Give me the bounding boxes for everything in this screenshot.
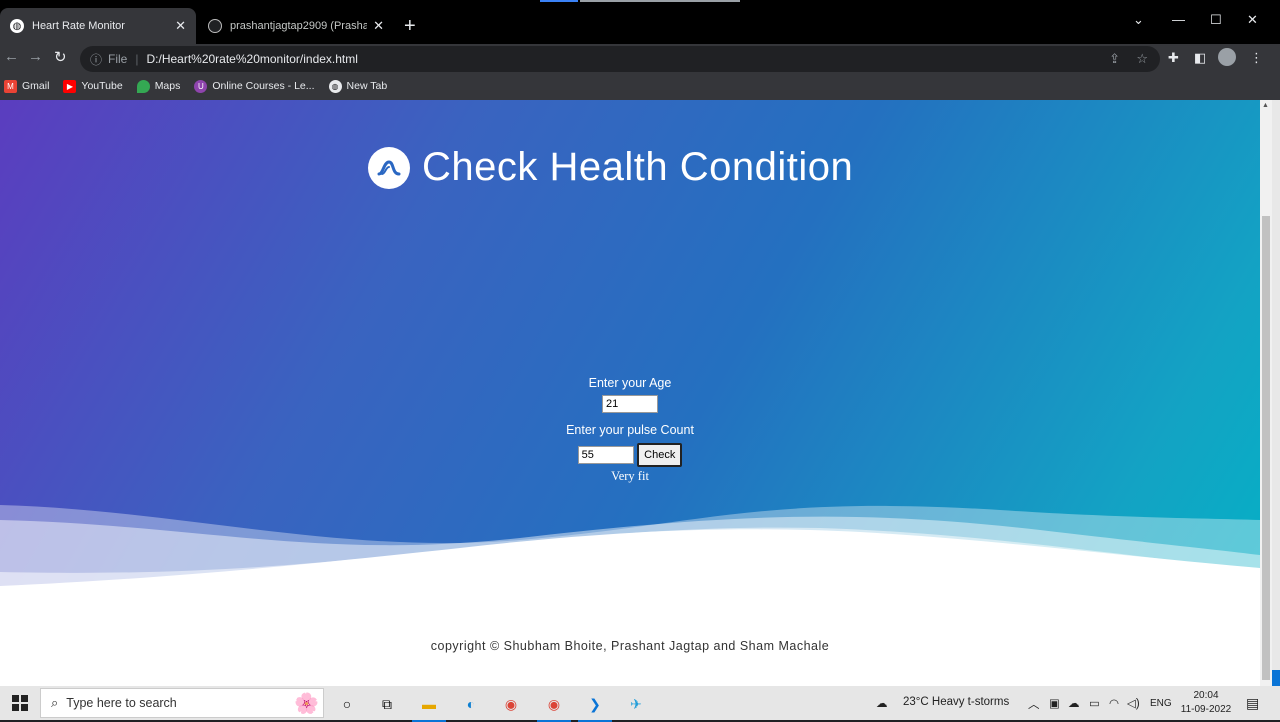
chrome-icon[interactable]: ◉ bbox=[500, 693, 522, 715]
check-button[interactable]: Check bbox=[637, 443, 683, 467]
weather-icon[interactable]: ☁ bbox=[876, 696, 888, 710]
window-edge bbox=[1272, 100, 1280, 686]
page-viewport: Check Health Condition Enter your Age En… bbox=[0, 100, 1260, 686]
newtab-icon: ◍ bbox=[328, 79, 342, 93]
meet-now-icon[interactable]: ▣ bbox=[1049, 696, 1060, 710]
chrome-profile-icon[interactable]: ◉ bbox=[537, 693, 571, 722]
volume-icon[interactable]: ◁) bbox=[1127, 696, 1140, 710]
youtube-icon: ▶ bbox=[63, 79, 77, 93]
telegram-icon[interactable]: ✈ bbox=[625, 693, 647, 715]
url-text: D:/Heart%20rate%20monitor/index.html bbox=[146, 52, 358, 66]
show-hidden-icons[interactable]: ︿ bbox=[1028, 696, 1040, 712]
divider: | bbox=[135, 52, 139, 66]
maps-icon bbox=[136, 79, 150, 93]
minimize-icon[interactable]: — bbox=[1172, 12, 1185, 27]
close-tab-icon[interactable]: ✕ bbox=[373, 18, 384, 34]
address-bar[interactable]: ⓘ File | D:/Heart%20rate%20monitor/index… bbox=[80, 46, 1160, 72]
windows-taskbar: ⌕ Type here to search 🌸 ○ ⧉ ▬ ◐ ◉ ◉ ❯ ✈ … bbox=[0, 686, 1280, 722]
scroll-up-icon[interactable]: ▲ bbox=[1262, 102, 1269, 109]
battery-icon[interactable]: ▭ bbox=[1089, 696, 1100, 710]
reload-icon[interactable]: ↻ bbox=[54, 48, 67, 66]
close-tab-icon[interactable]: ✕ bbox=[175, 18, 186, 34]
tab-github-profile[interactable]: prashantjagtap2909 (Prashant Ja ✕ bbox=[198, 8, 394, 44]
age-label: Enter your Age bbox=[588, 376, 672, 390]
menu-icon[interactable]: ⋮ bbox=[1250, 50, 1263, 66]
page-scrollbar[interactable]: ▲ bbox=[1260, 100, 1272, 686]
bookmark-label: Maps bbox=[154, 80, 181, 92]
vscode-icon[interactable]: ❯ bbox=[578, 693, 612, 722]
bookmark-star-icon[interactable]: ☆ bbox=[1136, 51, 1148, 67]
profile-avatar[interactable] bbox=[1218, 48, 1236, 66]
notifications-icon[interactable]: ▤ bbox=[1246, 695, 1259, 712]
bookmark-gmail[interactable]: M Gmail bbox=[4, 79, 50, 93]
bookmark-new-tab[interactable]: ◍ New Tab bbox=[328, 79, 388, 93]
edge-icon[interactable]: ◐ bbox=[460, 693, 482, 715]
health-form: Enter your Age Enter your pulse Count Ch… bbox=[0, 375, 1260, 484]
side-panel-icon[interactable]: ◧ bbox=[1194, 50, 1206, 66]
pulse-label: Enter your pulse Count bbox=[566, 423, 694, 437]
scheme-label: File bbox=[108, 52, 128, 66]
clock-date: 11-09-2022 bbox=[1180, 704, 1232, 715]
pulse-input[interactable] bbox=[577, 446, 634, 464]
close-window-icon[interactable]: ✕ bbox=[1247, 12, 1258, 28]
clock-time: 20:04 bbox=[1193, 690, 1219, 701]
onedrive-icon[interactable]: ☁ bbox=[1068, 696, 1080, 710]
age-row bbox=[0, 395, 1260, 415]
weather-text[interactable]: 23°C Heavy t-storms bbox=[903, 696, 1009, 708]
share-icon[interactable]: ⇪ bbox=[1109, 51, 1120, 67]
windows-start-icon[interactable] bbox=[12, 695, 28, 716]
tab-title: Heart Rate Monitor bbox=[32, 20, 125, 32]
gmail-icon: M bbox=[4, 79, 17, 93]
bookmark-youtube[interactable]: ▶ YouTube bbox=[63, 79, 123, 93]
task-view-icon[interactable]: ⧉ bbox=[376, 693, 398, 715]
browser-chrome: ◍ Heart Rate Monitor ✕ prashantjagtap290… bbox=[0, 0, 1280, 100]
bookmark-label: Online Courses - Le... bbox=[212, 80, 315, 92]
bookmark-maps[interactable]: Maps bbox=[136, 79, 181, 93]
wave-logo-icon bbox=[368, 146, 410, 189]
pulse-row: Check bbox=[0, 443, 1260, 469]
scrollbar-thumb[interactable] bbox=[1262, 216, 1270, 680]
system-clock[interactable]: 20:04 11-09-2022 bbox=[1178, 689, 1234, 717]
extensions-icon[interactable]: ✚ bbox=[1168, 50, 1179, 66]
wifi-icon[interactable]: ◠ bbox=[1109, 696, 1119, 710]
bookmark-label: YouTube bbox=[81, 80, 123, 92]
age-input[interactable] bbox=[602, 395, 658, 413]
back-icon[interactable]: ← bbox=[4, 48, 19, 65]
bookmarks-bar: M Gmail ▶ YouTube Maps U Online Courses … bbox=[0, 72, 1280, 100]
courses-icon: U bbox=[194, 79, 208, 93]
tab-title: prashantjagtap2909 (Prashant Ja bbox=[230, 20, 368, 32]
bookmark-label: New Tab bbox=[346, 80, 388, 92]
page-title: Check Health Condition bbox=[422, 145, 854, 189]
search-placeholder: Type here to search bbox=[66, 696, 177, 710]
page-header: Check Health Condition bbox=[368, 145, 853, 190]
window-top-bar bbox=[0, 0, 1280, 8]
search-highlight-icon: 🌸 bbox=[294, 693, 319, 715]
toolbar: ← → ↻ ⓘ File | D:/Heart%20rate%20monitor… bbox=[0, 44, 1280, 72]
cortana-icon[interactable]: ○ bbox=[336, 693, 358, 715]
taskbar-search[interactable]: ⌕ Type here to search 🌸 bbox=[40, 688, 324, 718]
search-icon: ⌕ bbox=[51, 695, 59, 710]
bookmark-label: Gmail bbox=[22, 80, 50, 92]
file-explorer-icon[interactable]: ▬ bbox=[412, 693, 446, 722]
tab-search-icon[interactable]: ⌄ bbox=[1133, 12, 1144, 28]
new-tab-icon[interactable]: + bbox=[404, 16, 416, 36]
globe-icon: ◍ bbox=[10, 19, 24, 33]
language-indicator[interactable]: ENG bbox=[1150, 698, 1172, 709]
info-icon[interactable]: ⓘ bbox=[90, 51, 102, 68]
copyright-footer: copyright © Shubham Bhoite, Prashant Jag… bbox=[430, 639, 830, 653]
bookmark-online-courses[interactable]: U Online Courses - Le... bbox=[194, 79, 315, 93]
forward-icon[interactable]: → bbox=[28, 48, 43, 65]
github-icon bbox=[208, 19, 222, 33]
maximize-icon[interactable]: ☐ bbox=[1210, 12, 1222, 28]
result-text: Very fit bbox=[611, 469, 649, 483]
tab-heart-rate-monitor[interactable]: ◍ Heart Rate Monitor ✕ bbox=[0, 8, 196, 44]
